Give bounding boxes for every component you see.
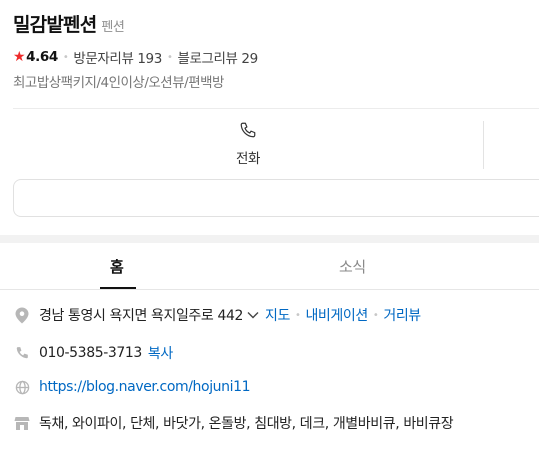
- website-row: https://blog.naver.com/hojuni11: [14, 378, 251, 396]
- tab-home[interactable]: 홈: [110, 256, 124, 277]
- amenities-row: 독채, 와이파이, 단체, 바닷가, 온돌방, 침대방, 데크, 개별바비큐, …: [14, 413, 454, 433]
- star-icon: ★: [13, 49, 26, 65]
- section-gap: [0, 235, 539, 243]
- tab-divider: [0, 289, 539, 290]
- call-button[interactable]: 전화: [184, 121, 312, 167]
- blog-reviews-link[interactable]: 블로그리뷰 29: [177, 47, 258, 67]
- globe-icon: [14, 378, 30, 396]
- tab-news[interactable]: 소식: [339, 256, 366, 277]
- action-divider: [483, 121, 484, 169]
- address-text: 경남 통영시 욕지면 욕지일주로 442: [39, 308, 243, 324]
- action-box[interactable]: [13, 179, 539, 217]
- amenities-text: 독채, 와이파이, 단체, 바닷가, 온돌방, 침대방, 데크, 개별바비큐, …: [39, 416, 454, 432]
- copy-button[interactable]: 복사: [148, 343, 173, 363]
- store-icon: [14, 414, 30, 432]
- place-name: 밀감밭펜션: [13, 14, 97, 36]
- separator-dot: •: [372, 309, 379, 321]
- separator-dot: •: [62, 51, 69, 63]
- separator-dot: •: [166, 51, 173, 63]
- separator-dot: •: [294, 309, 301, 321]
- place-category: 펜션: [101, 20, 125, 35]
- phone-icon: [14, 344, 30, 362]
- place-header: 밀감밭펜션 펜션: [13, 10, 125, 37]
- address-row: 경남 통영시 욕지면 욕지일주로 442 지도 • 내비게이션 • 거리뷰: [14, 305, 421, 325]
- phone-row: 010-5385-3713 복사: [14, 343, 173, 363]
- feature-tags: 최고밥상팩키지/4인이상/오션뷰/편백방: [13, 75, 224, 91]
- location-pin-icon: [14, 306, 30, 324]
- visitor-reviews-link[interactable]: 방문자리뷰 193: [73, 47, 162, 67]
- rating-summary: ★ 4.64 • 방문자리뷰 193 • 블로그리뷰 29: [13, 47, 258, 67]
- map-link[interactable]: 지도: [265, 305, 290, 325]
- chevron-down-icon[interactable]: [247, 311, 259, 319]
- divider: [13, 108, 539, 109]
- rating-score: 4.64: [26, 49, 58, 65]
- navigation-link[interactable]: 내비게이션: [305, 305, 368, 325]
- streetview-link[interactable]: 거리뷰: [383, 305, 421, 325]
- phone-icon: [184, 121, 312, 139]
- website-link[interactable]: https://blog.naver.com/hojuni11: [39, 379, 251, 395]
- phone-number: 010-5385-3713: [39, 345, 142, 361]
- call-label: 전화: [235, 151, 261, 167]
